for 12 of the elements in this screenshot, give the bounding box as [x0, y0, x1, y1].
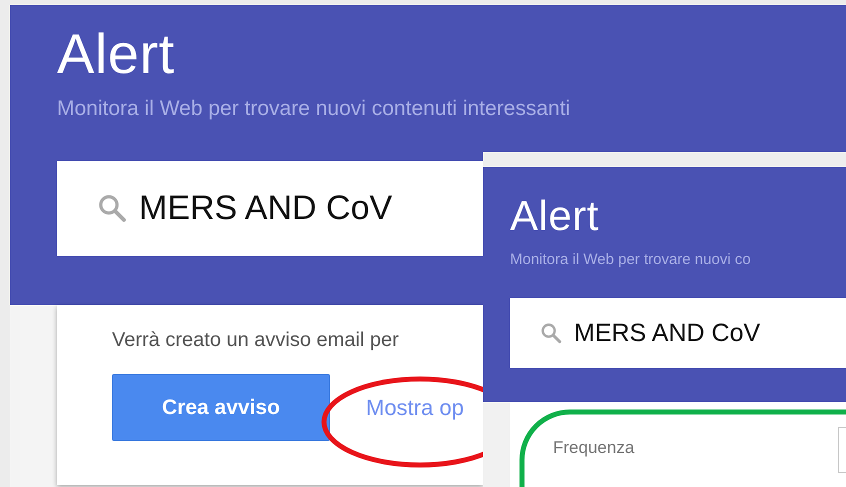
page-title: Alert: [57, 23, 175, 85]
search-icon: [97, 193, 127, 224]
search-field[interactable]: MERS AND CoV: [57, 160, 483, 256]
notice-text: Verrà creato un avviso email per: [112, 329, 400, 352]
search-icon: [540, 322, 562, 344]
search-input[interactable]: MERS AND CoV: [139, 188, 399, 228]
page-title: Alert: [510, 193, 599, 240]
frequency-label: Frequenza: [553, 438, 634, 459]
page-subtitle: Monitora il Web per trovare nuovi contenuti interessanti: [57, 96, 570, 121]
search-input[interactable]: MERS AND CoV: [574, 318, 764, 348]
page-subtitle: Monitora il Web per trovare nuovi co: [510, 251, 751, 268]
search-field[interactable]: MERS AND CoV: [510, 298, 846, 368]
